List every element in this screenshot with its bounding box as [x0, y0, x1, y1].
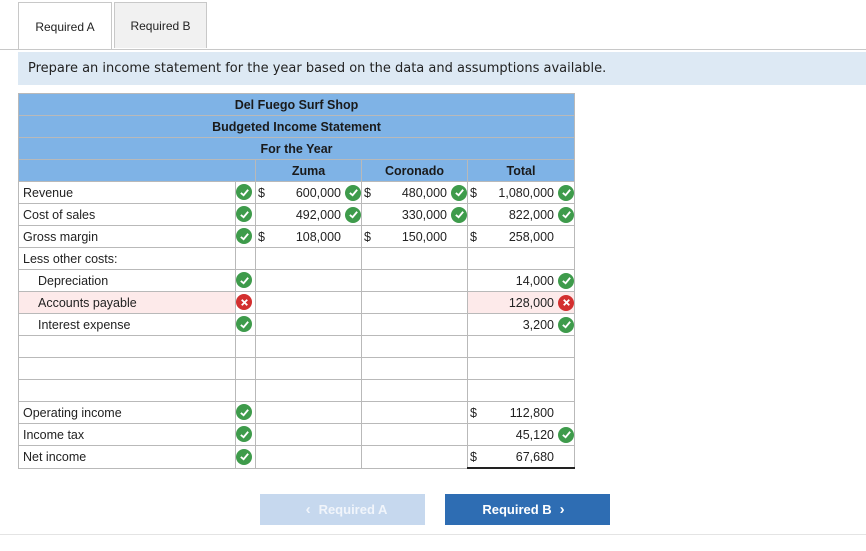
- revenue-zuma-input[interactable]: 600,000: [270, 186, 345, 200]
- table-row: Accounts payable 128,000: [18, 291, 575, 314]
- check-icon: [236, 426, 252, 443]
- incorrect-icon: [236, 294, 252, 311]
- row-label-revenue[interactable]: Revenue: [18, 181, 236, 204]
- accounts-payable-zuma-input[interactable]: [255, 291, 362, 314]
- statement-period: For the Year: [18, 137, 575, 160]
- incorrect-icon: [558, 294, 574, 311]
- prev-button-label: Required A: [318, 502, 388, 517]
- gross-margin-zuma: 108,000: [295, 229, 341, 244]
- revenue-coronado-input[interactable]: 480,000: [376, 186, 451, 200]
- table-row: Operating income $112,800: [18, 401, 575, 424]
- currency-symbol: $: [470, 229, 477, 244]
- cost-coronado-input[interactable]: 330,000: [376, 208, 451, 222]
- accounts-payable-total-input[interactable]: 128,000: [482, 296, 558, 310]
- footer-divider: [0, 534, 866, 535]
- depreciation-zuma-input[interactable]: [255, 269, 362, 292]
- check-icon: [558, 206, 574, 223]
- instruction-text: Prepare an income statement for the year…: [18, 52, 866, 85]
- depreciation-total-input[interactable]: 14,000: [482, 274, 558, 288]
- table-row: [18, 379, 575, 402]
- income-tax-total-input[interactable]: 45,120: [482, 428, 558, 442]
- cost-zuma-input[interactable]: 492,000: [270, 208, 345, 222]
- currency-symbol: $: [258, 185, 265, 200]
- revenue-total-input[interactable]: 1,080,000: [482, 186, 558, 200]
- cost-total-input[interactable]: 822,000: [482, 208, 558, 222]
- table-row: Less other costs:: [18, 247, 575, 270]
- currency-symbol: $: [364, 229, 371, 244]
- currency-symbol: $: [258, 229, 265, 244]
- header-blank: [18, 159, 256, 182]
- check-icon: [236, 404, 252, 421]
- depreciation-coronado-input[interactable]: [361, 269, 468, 292]
- operating-income-total: 112,800: [509, 405, 554, 420]
- check-icon: [558, 184, 574, 201]
- prev-required-a-button[interactable]: ‹ Required A: [260, 494, 425, 525]
- tab-divider: [0, 49, 866, 50]
- empty-label-input[interactable]: [18, 379, 236, 402]
- table-row: [18, 335, 575, 358]
- row-label-interest-expense[interactable]: Interest expense: [18, 313, 236, 336]
- interest-total-input[interactable]: 3,200: [482, 318, 558, 332]
- check-icon: [451, 206, 467, 223]
- currency-symbol: $: [470, 449, 477, 464]
- row-label-income-tax[interactable]: Income tax: [18, 423, 236, 446]
- check-icon: [236, 184, 252, 201]
- check-icon: [236, 316, 252, 333]
- check-icon: [236, 272, 252, 289]
- currency-symbol: $: [470, 185, 477, 200]
- gross-margin-coronado: 150,000: [401, 229, 447, 244]
- next-button-label: Required B: [482, 502, 552, 517]
- interest-coronado-input[interactable]: [361, 313, 468, 336]
- row-label-net-income[interactable]: Net income: [18, 445, 236, 469]
- col-header-total: Total: [467, 159, 575, 182]
- row-label-accounts-payable[interactable]: Accounts payable: [18, 291, 236, 314]
- accounts-payable-coronado-input[interactable]: [361, 291, 468, 314]
- company-name: Del Fuego Surf Shop: [18, 93, 575, 116]
- check-icon: [345, 184, 361, 201]
- chevron-left-icon: ‹: [305, 501, 311, 518]
- check-icon: [236, 206, 252, 223]
- next-required-b-button[interactable]: Required B ›: [445, 494, 610, 525]
- net-income-total: 67,680: [515, 449, 554, 464]
- table-row: Depreciation 14,000: [18, 269, 575, 292]
- currency-symbol: $: [364, 185, 371, 200]
- row-label-operating-income[interactable]: Operating income: [18, 401, 236, 424]
- table-row: Cost of sales 492,000 330,000 822,000: [18, 203, 575, 226]
- check-icon: [558, 426, 574, 443]
- chevron-right-icon: ›: [559, 501, 565, 518]
- check-icon: [558, 316, 574, 333]
- table-row: Income tax 45,120: [18, 423, 575, 446]
- currency-symbol: $: [470, 405, 477, 420]
- check-icon: [451, 184, 467, 201]
- tab-required-a[interactable]: Required A: [18, 2, 112, 50]
- gross-margin-total: 258,000: [508, 229, 554, 244]
- check-icon: [236, 448, 252, 465]
- check-icon: [236, 228, 252, 245]
- row-label-less-other-costs: Less other costs:: [18, 247, 236, 270]
- check-icon: [345, 206, 361, 223]
- table-row: Interest expense 3,200: [18, 313, 575, 336]
- table-row: Net income $67,680: [18, 445, 575, 469]
- income-statement-table: Del Fuego Surf Shop Budgeted Income Stat…: [18, 93, 575, 469]
- col-header-zuma: Zuma: [255, 159, 362, 182]
- table-row: Revenue $600,000 $480,000 $1,080,000: [18, 181, 575, 204]
- row-label-cost-of-sales[interactable]: Cost of sales: [18, 203, 236, 226]
- table-row: Gross margin $108,000 $150,000 $258,000: [18, 225, 575, 248]
- col-header-coronado: Coronado: [361, 159, 468, 182]
- interest-zuma-input[interactable]: [255, 313, 362, 336]
- tab-required-b[interactable]: Required B: [114, 2, 207, 48]
- empty-label-input[interactable]: [18, 335, 236, 358]
- statement-title: Budgeted Income Statement: [18, 115, 575, 138]
- tab-bar: Required A Required B: [18, 2, 207, 50]
- empty-label-input[interactable]: [18, 357, 236, 380]
- check-icon: [558, 272, 574, 289]
- row-label-gross-margin[interactable]: Gross margin: [18, 225, 236, 248]
- table-row: [18, 357, 575, 380]
- row-label-depreciation[interactable]: Depreciation: [18, 269, 236, 292]
